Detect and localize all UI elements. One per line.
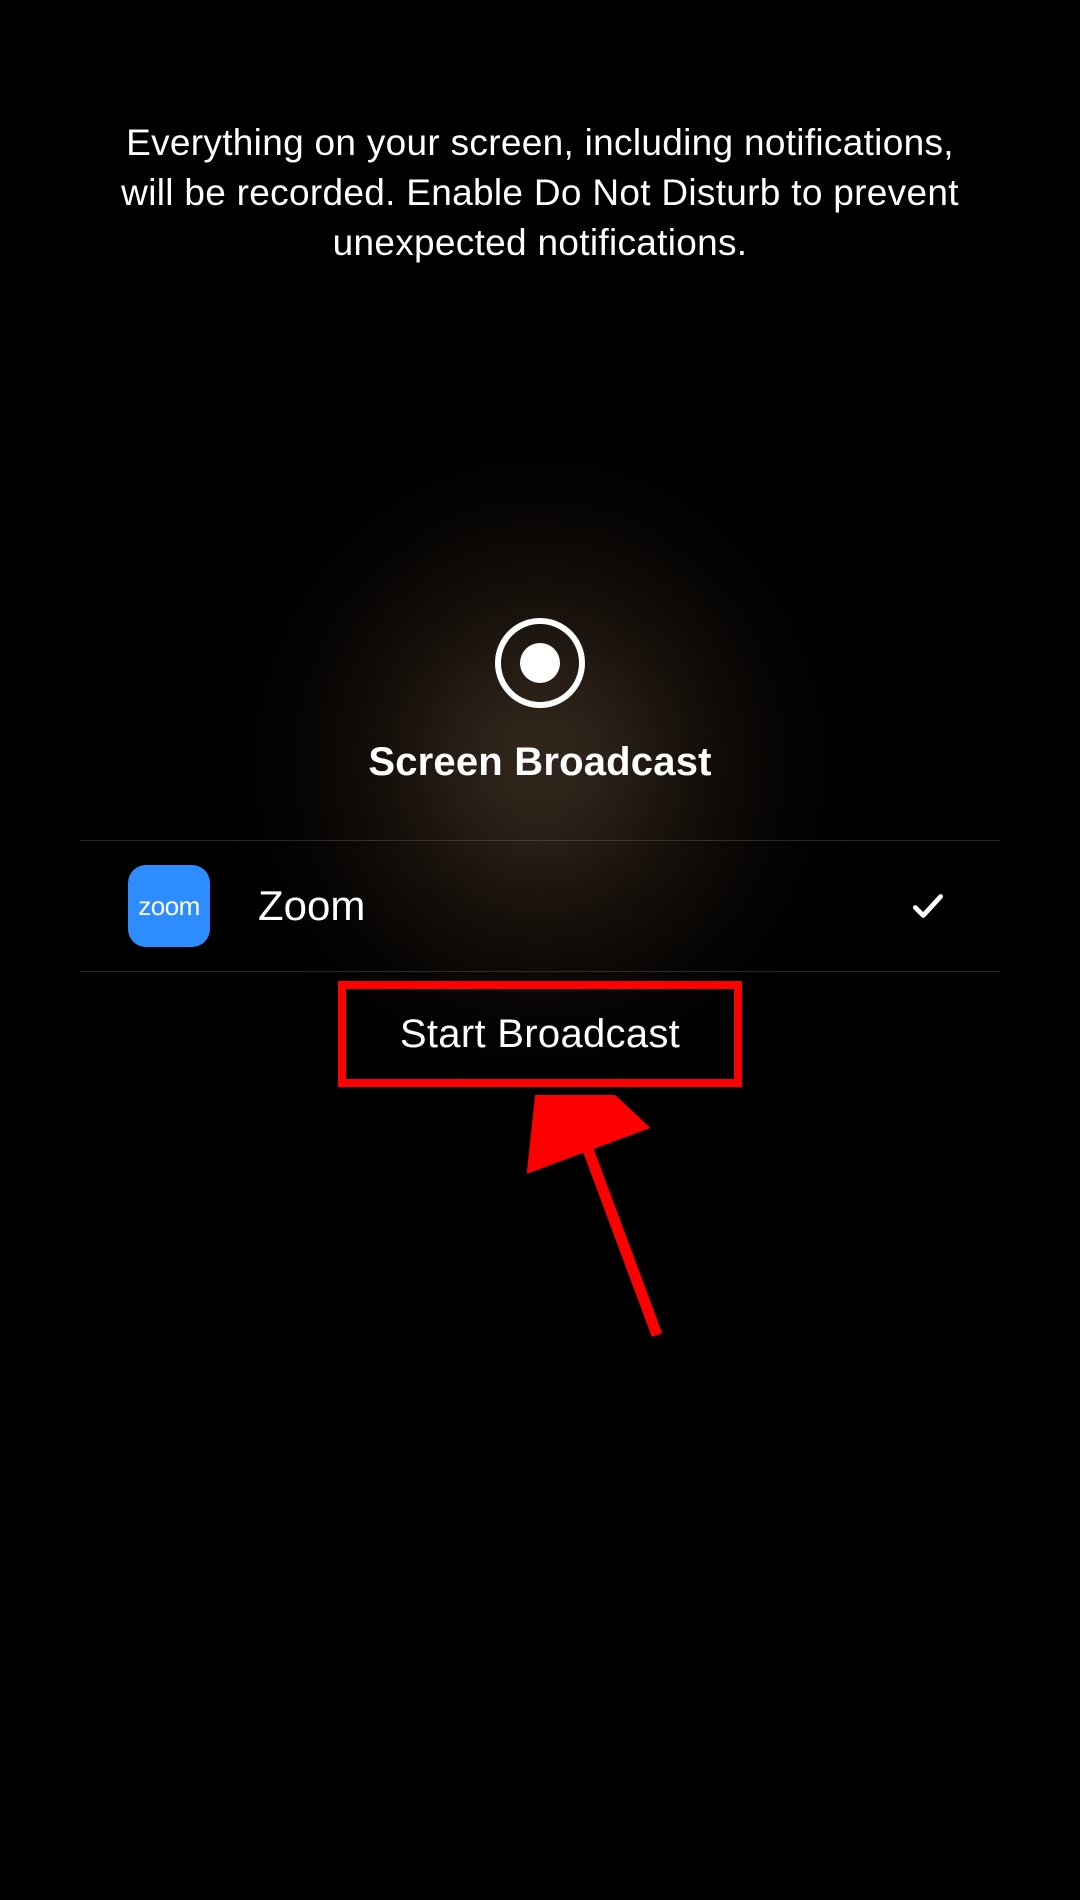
broadcast-panel: Screen Broadcast zoom Zoom Start Broadca… bbox=[80, 540, 1000, 1085]
broadcast-title: Screen Broadcast bbox=[368, 740, 711, 785]
app-row-zoom[interactable]: zoom Zoom bbox=[80, 840, 1000, 972]
annotation-arrow bbox=[527, 1095, 707, 1360]
record-icon bbox=[495, 618, 585, 708]
checkmark-icon bbox=[904, 882, 952, 930]
warning-message: Everything on your screen, including not… bbox=[120, 118, 960, 268]
app-name-label: Zoom bbox=[258, 882, 904, 930]
record-icon-inner bbox=[520, 643, 560, 683]
start-button-container: Start Broadcast bbox=[80, 972, 1000, 1085]
zoom-icon-label: zoom bbox=[138, 891, 200, 922]
broadcast-header: Screen Broadcast bbox=[80, 540, 1000, 840]
start-broadcast-button[interactable]: Start Broadcast bbox=[352, 984, 728, 1085]
zoom-app-icon: zoom bbox=[128, 865, 210, 947]
